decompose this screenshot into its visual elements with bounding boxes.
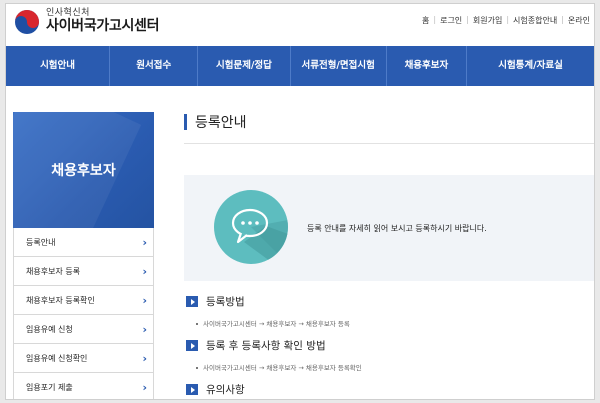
page-title: 등록안내	[195, 115, 247, 131]
sidebar-menu: 등록안내 › 채용후보자 등록 › 채용후보자 등록확인 › 임용유예 신청 ›…	[13, 228, 154, 399]
sidebar-title: 채용후보자	[51, 163, 116, 179]
chevron-right-icon: ›	[142, 380, 147, 394]
play-bullet-icon	[186, 340, 198, 351]
util-link-signup[interactable]: 회원가입	[469, 15, 506, 26]
play-bullet-icon	[186, 296, 198, 307]
notice-box: 등록 안내를 자세히 읽어 보시고 등록하시기 바랍니다.	[184, 175, 594, 281]
chevron-right-icon: ›	[142, 293, 147, 307]
main-content: 등록안내 등록 안내를 자세히 읽어 보시고 등록하시기 바랍니다. 등록방법	[184, 112, 594, 396]
sidebar-item-register-confirm[interactable]: 채용후보자 등록확인 ›	[14, 286, 153, 315]
section-path: 사이버국가고시센터 → 채용후보자 → 채용후보자 등록확인	[196, 362, 362, 372]
section-title: 등록방법	[206, 296, 245, 308]
sidebar-item-label: 임용유예 신청	[26, 324, 73, 334]
sidebar-item-candidate-register[interactable]: 채용후보자 등록 ›	[14, 257, 153, 286]
sidebar-item-label: 채용후보자 등록확인	[26, 295, 95, 305]
sidebar-item-label: 임용유예 신청확인	[26, 353, 88, 363]
notice-text: 등록 안내를 자세히 읽어 보시고 등록하시기 바랍니다.	[307, 224, 487, 233]
nav-item-statistics[interactable]: 시험통계/자료실	[467, 46, 594, 86]
section-title: 등록 후 등록사항 확인 방법	[206, 340, 326, 352]
util-link-login[interactable]: 로그인	[436, 15, 466, 26]
utility-links: 홈 | 로그인 | 회원가입 | 시험종합안내 | 온라인	[418, 15, 594, 26]
chevron-right-icon: ›	[142, 264, 147, 278]
sidebar-item-label: 채용후보자 등록	[26, 266, 81, 276]
sidebar-item-registration-guide[interactable]: 등록안내 ›	[14, 228, 153, 257]
section-path: 사이버국가고시센터 → 채용후보자 → 채용후보자 등록	[196, 318, 350, 328]
section-registration-method: 등록방법	[186, 294, 245, 309]
sidebar-item-label: 임용포기 제출	[26, 382, 73, 392]
section-confirm-method: 등록 후 등록사항 확인 방법	[186, 338, 326, 353]
util-link-online[interactable]: 온라인	[564, 15, 594, 26]
top-bar: 인사혁신처 사이버국가고시센터 홈 | 로그인 | 회원가입 | 시험종합안내 | 온라…	[6, 4, 594, 46]
org-big-name: 사이버국가고시센터	[46, 18, 160, 35]
chevron-right-icon: ›	[142, 351, 147, 365]
taeguk-emblem-icon	[15, 10, 39, 34]
main-nav: 시험안내 원서접수 시험문제/정답 서류전형/면접시험 채용후보자 시험통계/자…	[6, 46, 594, 86]
nav-item-exam-info[interactable]: 시험안내	[6, 46, 111, 86]
nav-item-candidates[interactable]: 채용후보자	[387, 46, 468, 86]
speech-bubble-icon	[214, 190, 288, 264]
title-accent-bar	[184, 114, 187, 130]
site-logo[interactable]: 인사혁신처 사이버국가고시센터	[14, 8, 160, 35]
browser-frame: 인사혁신처 사이버국가고시센터 홈 | 로그인 | 회원가입 | 시험종합안내 | 온라…	[6, 4, 594, 399]
chevron-right-icon: ›	[142, 235, 147, 249]
play-bullet-icon	[186, 384, 198, 395]
nav-item-application[interactable]: 원서접수	[110, 46, 199, 86]
path-text: 사이버국가고시센터 → 채용후보자 → 채용후보자 등록	[203, 320, 350, 328]
section-precautions: 유의사항	[186, 382, 245, 397]
bullet-dot-icon	[196, 323, 198, 325]
sidebar-item-deferral-request[interactable]: 임용유예 신청 ›	[14, 315, 153, 344]
chevron-right-icon: ›	[142, 322, 147, 336]
divider	[184, 143, 594, 144]
bullet-dot-icon	[196, 367, 198, 369]
page-title-row: 등록안내	[184, 112, 594, 132]
sidebar: 채용후보자 등록안내 › 채용후보자 등록 › 채용후보자 등록확인 › 임용유…	[13, 112, 154, 399]
sidebar-item-label: 등록안내	[26, 237, 56, 247]
nav-item-interview[interactable]: 서류전형/면접시험	[291, 46, 387, 86]
section-title: 유의사항	[206, 384, 245, 396]
sidebar-title-box: 채용후보자	[13, 112, 154, 228]
util-link-home[interactable]: 홈	[418, 15, 433, 26]
sidebar-item-deferral-confirm[interactable]: 임용유예 신청확인 ›	[14, 344, 153, 373]
util-link-exam-guide[interactable]: 시험종합안내	[509, 15, 561, 26]
sidebar-item-waiver-submit[interactable]: 임용포기 제출 ›	[14, 373, 153, 399]
path-text: 사이버국가고시센터 → 채용후보자 → 채용후보자 등록확인	[203, 364, 362, 372]
nav-item-exam-questions[interactable]: 시험문제/정답	[198, 46, 291, 86]
